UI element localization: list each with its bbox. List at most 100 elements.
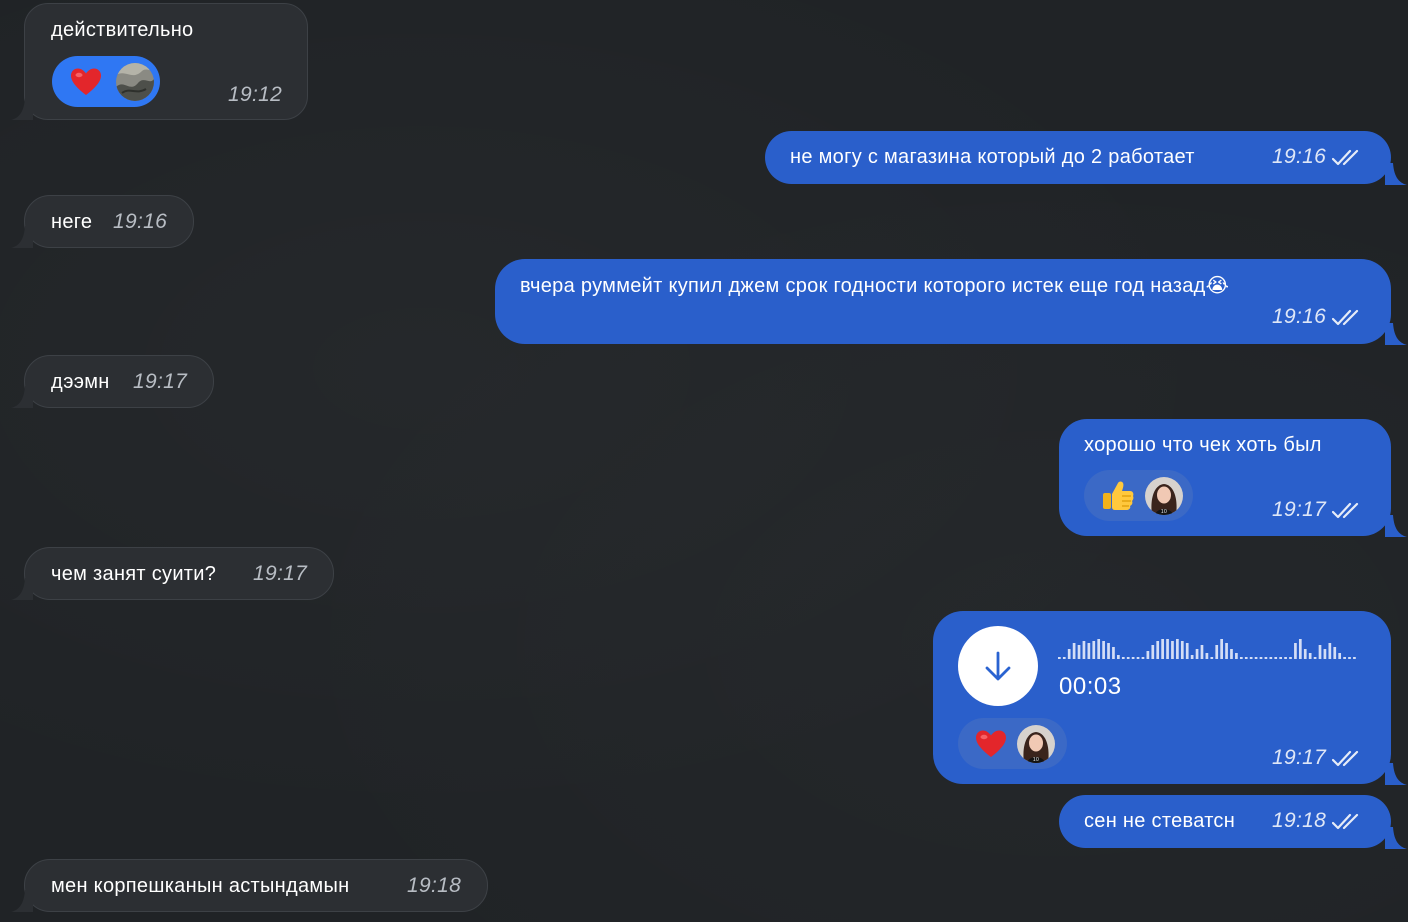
message-text: сен не стеватсн [1084, 810, 1236, 832]
waveform-bar [1249, 657, 1253, 659]
read-checkmarks-icon [1332, 750, 1359, 766]
message-text: чем занят суити? [51, 563, 217, 585]
waveform-bar [1244, 657, 1248, 659]
waveform-bar [1151, 645, 1155, 659]
message-meta: 19:17 [1272, 746, 1364, 770]
voice-waveform[interactable] [1058, 637, 1358, 661]
reaction-chip[interactable]: 10 [1084, 470, 1193, 521]
message-time: 19:17 [1272, 746, 1327, 769]
waveform-bar [1097, 639, 1101, 659]
bubble-tail [11, 98, 33, 120]
outgoing-message[interactable]: не могу с магазина который до 2 работает… [765, 131, 1407, 185]
message-time: 19:16 [113, 210, 168, 233]
incoming-message[interactable]: чем занят суити? 19:17 [11, 547, 334, 600]
voice-message[interactable]: 00:03 10 19:17 [933, 611, 1407, 785]
waveform-bar [1303, 649, 1307, 659]
bubble-tail [11, 226, 33, 248]
waveform-bar [1343, 657, 1346, 659]
waveform-bar [1274, 657, 1278, 659]
waveform-bar [1313, 657, 1317, 659]
bubble-tail [1385, 763, 1407, 785]
incoming-message[interactable]: неге 19:16 [11, 195, 194, 248]
read-checkmarks-icon [1332, 502, 1359, 518]
waveform-bar [1062, 657, 1066, 659]
waveform-bar [1146, 651, 1150, 659]
waveform-bar [1200, 645, 1204, 659]
heart-icon [976, 730, 1006, 757]
outgoing-message[interactable]: вчера руммейт купил джем срок годности к… [495, 259, 1407, 345]
message-text: действительно [51, 19, 194, 41]
voice-download-button[interactable] [958, 626, 1038, 706]
read-checkmarks-icon [1332, 813, 1359, 829]
waveform-bar [1156, 641, 1160, 659]
bubble-tail [11, 890, 33, 912]
heart-icon [71, 68, 101, 95]
outgoing-message[interactable]: хорошо что чек хоть был 10 19:17 [1059, 419, 1407, 537]
waveform-bar [1166, 639, 1169, 659]
message-text: мен корпешканын астындамын [51, 875, 350, 897]
waveform-bar [1176, 639, 1179, 659]
message-text: хорошо что чек хоть был [1084, 434, 1322, 456]
message-meta: 19:17 [1272, 498, 1364, 522]
waveform-bar [1328, 643, 1332, 659]
bubble-tail [11, 386, 33, 408]
message-meta: 19:18 [1272, 809, 1364, 833]
waveform-bar [1294, 643, 1297, 659]
incoming-message[interactable]: мен корпешканын астындамын 19:18 [11, 859, 488, 912]
waveform-bar [1308, 653, 1312, 659]
bubble-tail [1385, 163, 1407, 185]
incoming-message[interactable]: дээмн 19:17 [11, 355, 214, 408]
bubble-tail [1385, 323, 1407, 345]
waveform-bar [1289, 657, 1292, 659]
waveform-bar [1121, 657, 1125, 659]
message-time: 19:16 [1272, 145, 1327, 168]
svg-text:10: 10 [1033, 757, 1039, 763]
reaction-chip[interactable] [52, 56, 160, 107]
message-text: вчера руммейт купил джем срок годности к… [520, 275, 1230, 297]
outgoing-message[interactable]: сен не стеватсн 19:18 [1059, 795, 1407, 849]
read-checkmarks-icon [1332, 149, 1359, 165]
message-time: 19:12 [228, 83, 283, 106]
waveform-bar [1225, 643, 1228, 659]
waveform-bar [1077, 645, 1081, 659]
waveform-bar [1131, 657, 1135, 659]
message-time: 19:17 [133, 370, 188, 393]
arrow-down-icon [985, 651, 1011, 681]
waveform-bar [1126, 657, 1130, 659]
waveform-bar [1318, 645, 1322, 659]
waveform-bar [1180, 641, 1184, 659]
voice-duration: 00:03 [1059, 673, 1122, 700]
chat-history: действительно 19:12 не могу с магазина к… [0, 0, 1408, 922]
waveform-bar [1136, 657, 1140, 659]
message-time: 19:18 [407, 874, 462, 897]
waveform-bar [1195, 649, 1199, 659]
waveform-bar [1117, 655, 1120, 659]
waveform-bar [1269, 657, 1273, 659]
waveform-bar [1190, 655, 1194, 659]
waveform-bar [1082, 641, 1086, 659]
bubble-tail [1385, 515, 1407, 537]
reactor-avatar [116, 62, 154, 101]
waveform-bar [1220, 639, 1223, 659]
waveform-bar [1353, 657, 1356, 659]
waveform-bar [1067, 649, 1071, 659]
waveform-bar [1058, 657, 1061, 659]
read-checkmarks-icon [1332, 309, 1359, 325]
waveform-bar [1215, 645, 1219, 659]
waveform-bar [1348, 657, 1351, 659]
waveform-bar [1112, 647, 1115, 659]
waveform-bar [1279, 657, 1283, 659]
message-time: 19:16 [1272, 305, 1327, 328]
incoming-message[interactable]: действительно 19:12 [11, 3, 308, 120]
reactor-avatar: 10 [1017, 724, 1055, 763]
message-meta: 19:16 [1272, 305, 1364, 329]
waveform-bar [1338, 653, 1342, 659]
waveform-bar [1072, 643, 1076, 659]
waveform-bar [1239, 657, 1243, 659]
waveform-bar [1087, 643, 1091, 659]
waveform-bar [1107, 643, 1110, 659]
waveform-bar [1259, 657, 1263, 659]
reaction-chip[interactable]: 10 [958, 718, 1067, 769]
thumbs-up-icon [1103, 481, 1134, 510]
waveform-bar [1205, 653, 1209, 659]
